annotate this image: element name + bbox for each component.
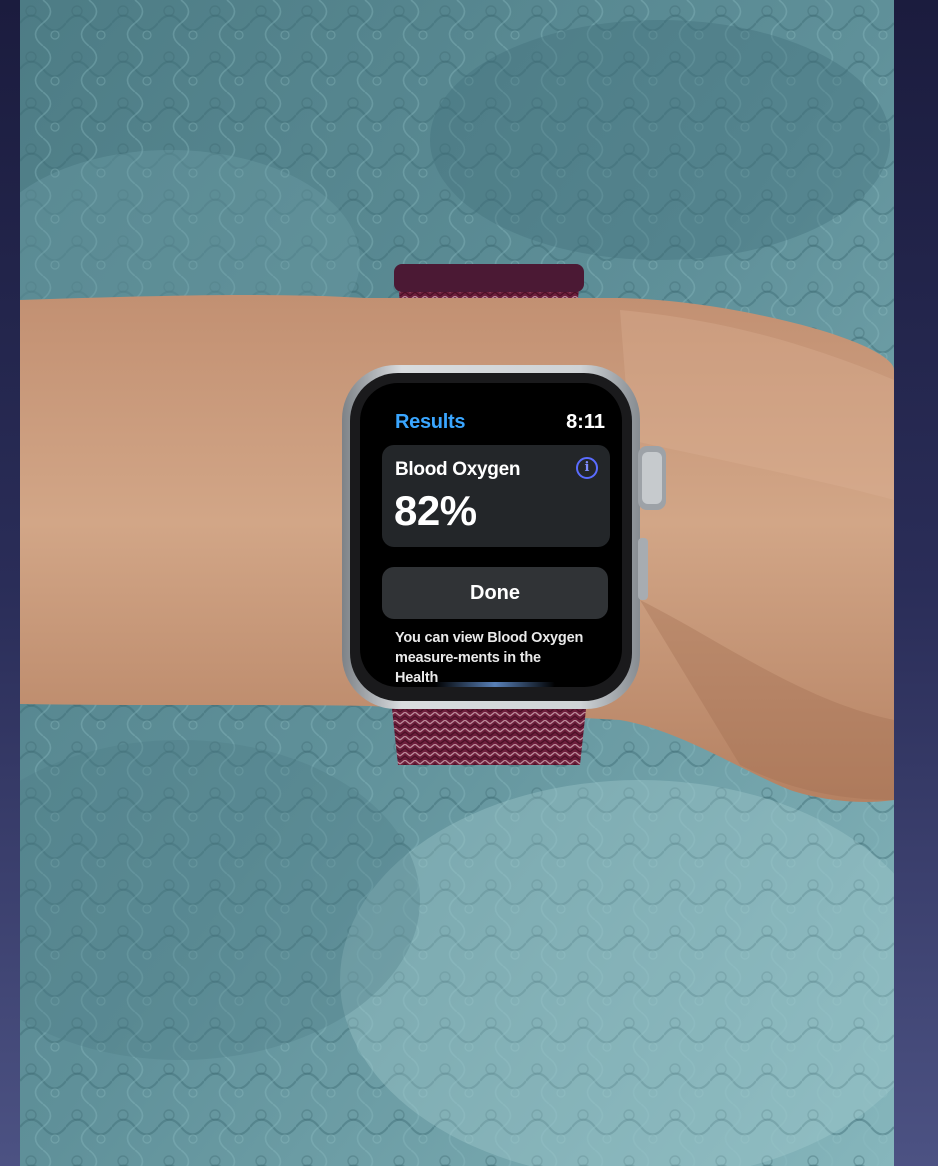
results-back-button[interactable]: Results: [395, 411, 465, 434]
blood-oxygen-card: Blood Oxygen i 82%: [382, 445, 610, 547]
status-bar: Results 8:11: [395, 411, 605, 435]
photo: Results 8:11 Blood Oxygen i 82% Done You…: [20, 0, 894, 1166]
measurement-title: Blood Oxygen: [395, 459, 521, 480]
done-button[interactable]: Done: [382, 567, 608, 619]
clock: 8:11: [566, 411, 605, 433]
health-note: You can view Blood Oxygen measure-ments …: [395, 630, 584, 686]
info-icon[interactable]: i: [576, 457, 598, 479]
watch-screen: Results 8:11 Blood Oxygen i 82% Done You…: [360, 383, 622, 687]
measurement-value: 82%: [394, 487, 477, 534]
scroll-indicator: [435, 682, 555, 687]
